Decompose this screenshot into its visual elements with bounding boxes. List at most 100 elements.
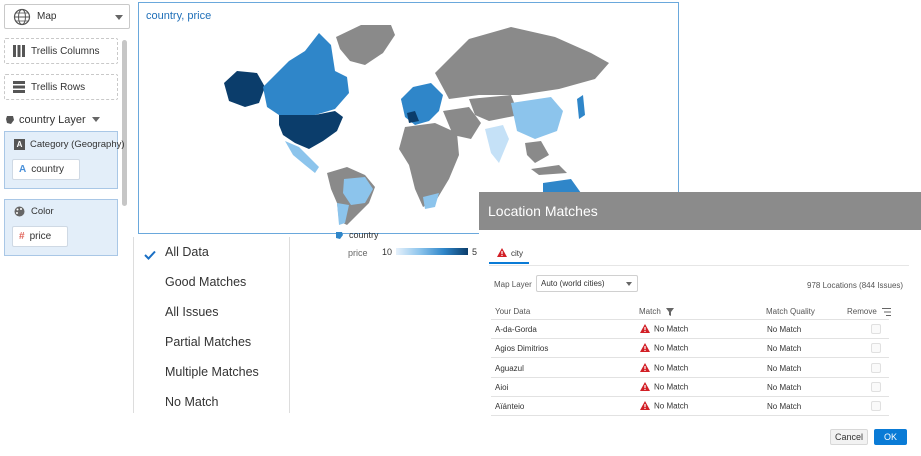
filter-item-multiple-matches[interactable]: Multiple Matches bbox=[165, 365, 259, 379]
tab-city[interactable]: city bbox=[489, 244, 529, 264]
cell-your-data: Aioi bbox=[495, 383, 509, 392]
col-remove-label: Remove bbox=[847, 307, 877, 316]
row-divider bbox=[491, 377, 889, 378]
color-pill-label: price bbox=[29, 231, 52, 242]
measure-icon: # bbox=[19, 231, 25, 242]
remove-checkbox[interactable] bbox=[871, 363, 881, 373]
map-layer-label: Map Layer bbox=[494, 280, 532, 289]
trellis-columns-dropzone[interactable]: Trellis Columns bbox=[4, 38, 118, 64]
col-match-label: Match bbox=[639, 307, 661, 316]
warning-icon bbox=[640, 363, 650, 374]
layer-selector[interactable]: country Layer bbox=[5, 114, 100, 126]
list-icon[interactable] bbox=[881, 307, 891, 316]
filter-item-no-match[interactable]: No Match bbox=[165, 395, 219, 409]
chevron-down-icon bbox=[626, 282, 632, 286]
rows-icon bbox=[13, 81, 25, 93]
cell-your-data: Aïánteio bbox=[495, 402, 525, 411]
cell-match-label: No Match bbox=[654, 363, 689, 373]
region-africa bbox=[399, 123, 459, 207]
cell-match-quality: No Match bbox=[767, 364, 802, 373]
dialog-header: Location Matches bbox=[479, 192, 921, 230]
cell-your-data: Aguazul bbox=[495, 364, 524, 373]
cell-match-label: No Match bbox=[654, 401, 689, 411]
legend-min: 10 bbox=[382, 247, 393, 257]
ok-button[interactable]: OK bbox=[874, 429, 907, 445]
map-layer-value: Auto (world cities) bbox=[541, 279, 605, 288]
region-alaska bbox=[224, 71, 265, 107]
attribute-icon: A bbox=[14, 139, 25, 150]
chevron-down-icon bbox=[91, 117, 100, 123]
legend-layer: country bbox=[335, 230, 379, 240]
tab-city-label: city bbox=[511, 248, 523, 258]
cell-your-data: Agios Dimitrios bbox=[495, 344, 549, 353]
category-title-label: Category (Geography) bbox=[30, 139, 125, 150]
color-pill[interactable]: # price bbox=[12, 226, 68, 247]
region-china bbox=[511, 97, 563, 139]
cell-match-label: No Match bbox=[654, 382, 689, 392]
remove-checkbox[interactable] bbox=[871, 343, 881, 353]
filter-item-all-issues[interactable]: All Issues bbox=[165, 305, 219, 319]
row-divider bbox=[491, 338, 889, 339]
col-match[interactable]: Match bbox=[639, 307, 674, 316]
color-title-label: Color bbox=[31, 206, 54, 217]
columns-icon bbox=[13, 45, 25, 57]
legend-max: 5 bbox=[472, 247, 478, 257]
warning-icon bbox=[640, 382, 650, 393]
cell-match-quality: No Match bbox=[767, 402, 802, 411]
region-indonesia bbox=[531, 165, 567, 175]
warning-icon bbox=[640, 324, 650, 335]
trellis-columns-label: Trellis Columns bbox=[31, 45, 100, 57]
trellis-rows-label: Trellis Rows bbox=[31, 81, 86, 93]
dialog-title: Location Matches bbox=[488, 203, 598, 219]
tab-divider bbox=[489, 265, 909, 266]
region-india bbox=[485, 125, 509, 163]
category-title: A Category (Geography) bbox=[14, 139, 125, 150]
warning-icon bbox=[640, 343, 650, 354]
region-japan bbox=[577, 95, 585, 119]
cell-match-quality: No Match bbox=[767, 325, 802, 334]
viz-type-selector[interactable]: Map bbox=[4, 4, 130, 29]
filter-menu bbox=[133, 237, 290, 413]
cell-your-data: A-da-Gorda bbox=[495, 325, 537, 334]
filter-item-all-data[interactable]: All Data bbox=[165, 245, 209, 259]
remove-checkbox[interactable] bbox=[871, 382, 881, 392]
warning-icon bbox=[497, 247, 507, 259]
filter-item-good-matches[interactable]: Good Matches bbox=[165, 275, 246, 289]
viz-type-label: Map bbox=[37, 11, 57, 22]
location-matches-dialog: Location Matches city Map Layer Auto (wo… bbox=[479, 192, 921, 456]
row-divider bbox=[491, 415, 889, 416]
layer-label: country Layer bbox=[19, 114, 86, 126]
chevron-down-icon bbox=[115, 13, 123, 24]
remove-checkbox[interactable] bbox=[871, 401, 881, 411]
cell-match: No Match bbox=[640, 363, 688, 374]
filter-icon[interactable] bbox=[665, 307, 674, 316]
panel-scrollbar[interactable] bbox=[122, 40, 127, 206]
cancel-button[interactable]: Cancel bbox=[830, 429, 868, 445]
legend-layer-label: country bbox=[349, 230, 379, 240]
globe-icon bbox=[13, 8, 31, 26]
region-russia bbox=[435, 27, 609, 99]
row-divider bbox=[491, 396, 889, 397]
region-greenland bbox=[336, 25, 395, 65]
region-se-asia bbox=[525, 141, 549, 163]
filter-item-partial-matches[interactable]: Partial Matches bbox=[165, 335, 251, 349]
locations-summary: 978 Locations (844 Issues) bbox=[807, 281, 904, 290]
layer-icon bbox=[335, 231, 344, 240]
trellis-rows-dropzone[interactable]: Trellis Rows bbox=[4, 74, 118, 100]
cell-match: No Match bbox=[640, 343, 688, 354]
layer-icon bbox=[5, 115, 15, 125]
region-canada bbox=[263, 33, 349, 115]
cell-match: No Match bbox=[640, 324, 688, 335]
cell-match-quality: No Match bbox=[767, 383, 802, 392]
cell-match-label: No Match bbox=[654, 343, 689, 353]
category-pill[interactable]: A country bbox=[12, 159, 80, 180]
color-title: Color bbox=[14, 206, 54, 217]
map-layer-select[interactable]: Auto (world cities) bbox=[536, 275, 638, 292]
palette-icon bbox=[14, 206, 25, 217]
remove-checkbox[interactable] bbox=[871, 324, 881, 334]
col-your-data: Your Data bbox=[495, 307, 531, 316]
legend-gradient bbox=[396, 248, 468, 255]
header-divider bbox=[491, 319, 889, 320]
cell-match: No Match bbox=[640, 401, 688, 412]
col-remove: Remove bbox=[847, 307, 891, 316]
